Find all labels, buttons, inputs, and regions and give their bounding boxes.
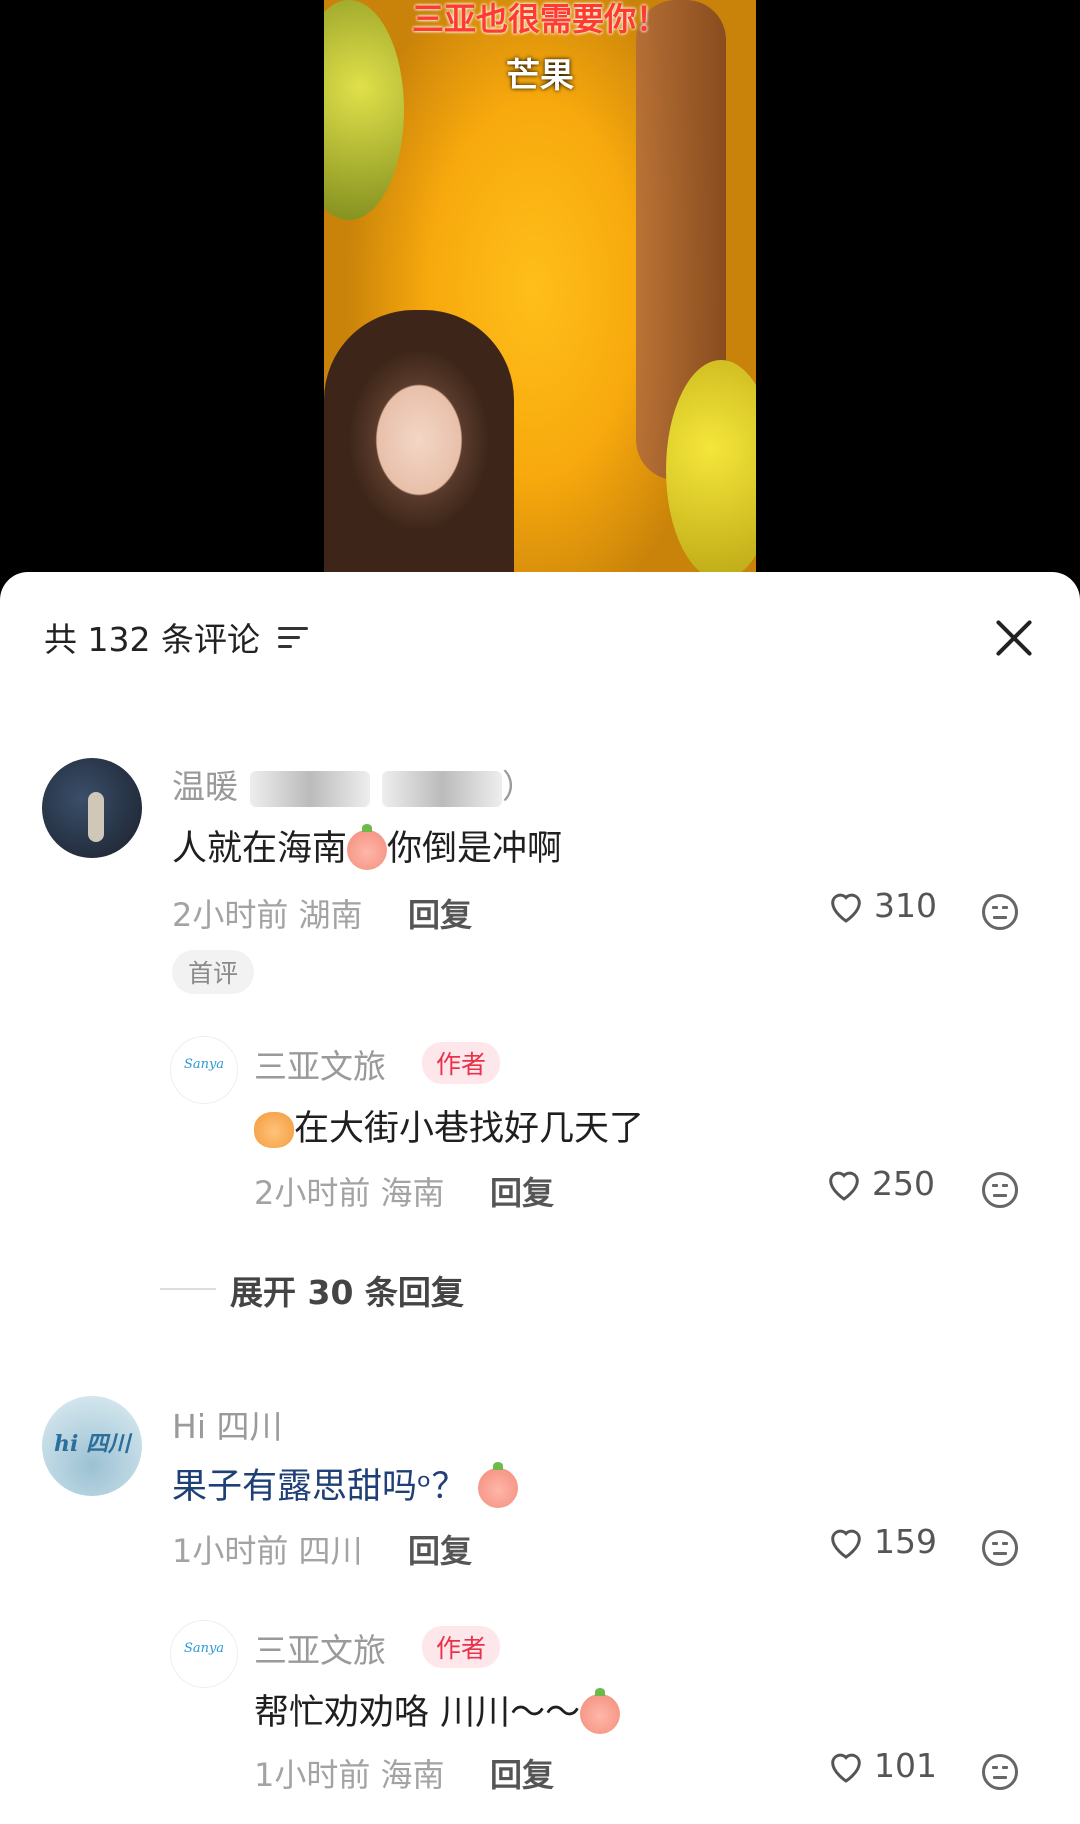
- reply-button[interactable]: 回复: [490, 1750, 554, 1796]
- first-comment-badge: 首评: [172, 950, 255, 994]
- comment-sheet: 共 132 条评论 温暖） 人就在海南 你倒是冲啊 2小时前 湖南 回复 310 …: [0, 572, 1080, 1824]
- comment-sheet-header: 共 132 条评论: [44, 612, 308, 662]
- reply-meta: 2小时前 海南: [254, 1168, 445, 1214]
- avatar[interactable]: hi 四川: [42, 1396, 142, 1496]
- like-button[interactable]: 159: [826, 1522, 937, 1561]
- heart-icon: [831, 1753, 861, 1783]
- reply-button[interactable]: 回复: [408, 890, 472, 936]
- sanya-logo-text: Sanya: [183, 1641, 225, 1656]
- video-frame: 三亚也很需要你！ 芒果: [324, 0, 756, 580]
- sanya-logo-text: Sanya: [183, 1057, 225, 1072]
- comment-meta: 1小时前 四川: [172, 1526, 363, 1572]
- comment-meta: 2小时前 湖南: [172, 890, 363, 936]
- comment-location: 四川: [298, 1532, 363, 1570]
- like-button[interactable]: 250: [824, 1164, 935, 1203]
- comment-text-part: 人就在海南: [172, 829, 348, 869]
- peach-emoji-icon: [347, 824, 388, 870]
- like-button[interactable]: 310: [826, 886, 937, 925]
- blurred-username-part: [382, 770, 502, 807]
- reply-username[interactable]: 三亚文旅: [254, 1040, 386, 1088]
- comment-text-part: 果子有露思甜吗ᵒ？: [172, 1467, 467, 1507]
- heart-icon: [831, 893, 861, 923]
- expand-replies-button[interactable]: 展开 30 条回复: [230, 1266, 464, 1314]
- comment-time: 2小时前: [172, 896, 289, 934]
- reply-meta: 1小时前 海南: [254, 1750, 445, 1796]
- video-player[interactable]: 三亚也很需要你！ 芒果: [0, 0, 1080, 580]
- divider-line: [160, 1288, 216, 1290]
- comment-time: 1小时前: [172, 1532, 289, 1570]
- blurred-username-part: [250, 770, 370, 807]
- reply-button[interactable]: 回复: [490, 1168, 554, 1214]
- peach-emoji-icon: [477, 1462, 518, 1508]
- like-button[interactable]: 101: [826, 1746, 937, 1785]
- like-count: 310: [874, 886, 937, 925]
- dislike-icon[interactable]: [982, 1172, 1018, 1208]
- username-text: 温暖: [172, 767, 238, 806]
- like-count: 159: [874, 1522, 937, 1561]
- reply-time: 1小时前: [254, 1756, 371, 1794]
- avatar-text: hi 四川: [53, 1431, 130, 1457]
- avatar[interactable]: Sanya: [170, 1036, 238, 1104]
- reply-text-part: 在大街小巷找好几天了: [294, 1109, 645, 1149]
- reply-location: 海南: [380, 1174, 445, 1212]
- video-caption-title: 三亚也很需要你！: [411, 0, 668, 38]
- avatar[interactable]: Sanya: [170, 1620, 238, 1688]
- comment-username[interactable]: 温暖 ）: [172, 760, 535, 808]
- reply-text: 帮忙劝劝咯 川川～～: [254, 1684, 621, 1735]
- username-tail-text: ）: [502, 767, 535, 806]
- reply-time: 2小时前: [254, 1174, 371, 1212]
- cat-emoji-icon: [254, 1112, 294, 1148]
- dislike-icon[interactable]: [982, 894, 1018, 930]
- close-icon[interactable]: [988, 612, 1040, 664]
- author-badge: 作者: [422, 1626, 501, 1668]
- dislike-icon[interactable]: [982, 1754, 1018, 1790]
- reply-text: 在大街小巷找好几天了: [254, 1100, 644, 1151]
- filter-icon[interactable]: [277, 624, 308, 650]
- dislike-icon[interactable]: [982, 1530, 1018, 1566]
- comment-text-part: 你倒是冲啊: [387, 829, 563, 869]
- avatar-figure: [88, 792, 104, 842]
- video-caption-subtitle: 芒果: [506, 56, 574, 96]
- like-count: 101: [874, 1746, 937, 1785]
- heart-icon: [829, 1171, 859, 1201]
- author-badge: 作者: [422, 1042, 501, 1084]
- comment-username[interactable]: Hi 四川: [172, 1400, 282, 1448]
- presenter-overlay-image: [324, 310, 514, 580]
- comment-text: 人就在海南 你倒是冲啊: [172, 820, 562, 871]
- comment-count-title: 共 132 条评论: [44, 620, 260, 659]
- peach-emoji-icon: [580, 1688, 621, 1734]
- like-count: 250: [872, 1164, 935, 1203]
- comment-text: 果子有露思甜吗ᵒ？: [172, 1458, 518, 1509]
- reply-button[interactable]: 回复: [408, 1526, 472, 1572]
- avatar[interactable]: [42, 758, 142, 858]
- reply-username[interactable]: 三亚文旅: [254, 1624, 386, 1672]
- comment-location: 湖南: [298, 896, 363, 934]
- reply-location: 海南: [380, 1756, 445, 1794]
- heart-icon: [831, 1529, 861, 1559]
- reply-text-part: 帮忙劝劝咯 川川～～: [254, 1693, 581, 1733]
